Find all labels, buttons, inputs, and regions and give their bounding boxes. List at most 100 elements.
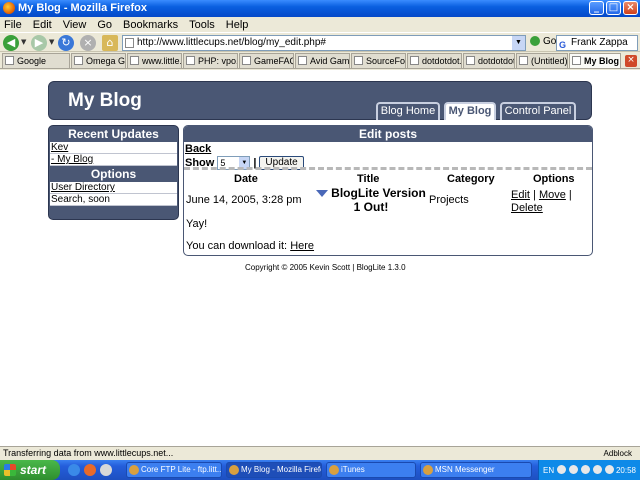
tab-bar: Google Omega G... www.little... PHP: vpo… xyxy=(0,52,640,69)
back-arrow-icon[interactable]: ◀ xyxy=(3,35,19,51)
task-label: iTunes xyxy=(341,465,365,474)
task-core-ftp[interactable]: Core FTP Lite - ftp.litt... xyxy=(126,462,222,478)
recent-item-kev[interactable]: Kev xyxy=(51,142,68,153)
tab-favicon-icon xyxy=(298,56,307,65)
quicklaunch-firefox-icon[interactable] xyxy=(84,464,96,476)
tray-app-icon[interactable] xyxy=(581,465,590,474)
tab-favicon-icon xyxy=(5,56,14,65)
forward-history-dropdown-icon[interactable]: ▼ xyxy=(49,38,54,46)
sidebar: Recent Updates Kev - My Blog Options Use… xyxy=(48,125,179,220)
minimize-button[interactable]: _ xyxy=(589,1,604,15)
google-search-icon: G xyxy=(559,40,567,50)
tab-untitled[interactable]: (Untitled) xyxy=(516,53,568,68)
column-category: Category xyxy=(447,173,495,185)
stop-icon[interactable]: × xyxy=(80,35,96,51)
itunes-icon xyxy=(329,465,339,475)
ftp-icon xyxy=(129,465,139,475)
task-label: My Blog - Mozilla Firefox xyxy=(241,465,322,474)
back-history-dropdown-icon[interactable]: ▼ xyxy=(21,38,26,46)
task-label: Core FTP Lite - ftp.litt... xyxy=(141,465,222,474)
adblock-button[interactable]: Adblock xyxy=(604,447,632,460)
tab-favicon-icon xyxy=(242,56,251,65)
taskbar: start Core FTP Lite - ftp.litt... My Blo… xyxy=(0,460,640,480)
user-directory-link[interactable]: User Directory xyxy=(51,182,115,193)
dashed-divider xyxy=(184,167,592,170)
url-bar[interactable]: http://www.littlecups.net/blog/my_edit.p… xyxy=(122,35,526,51)
url-dropdown-icon[interactable]: ▼ xyxy=(512,36,525,50)
tab-google[interactable]: Google xyxy=(2,53,70,68)
delete-link[interactable]: Delete xyxy=(511,202,543,214)
tab-favicon-icon xyxy=(74,56,83,65)
tray-app-icon[interactable] xyxy=(569,465,578,474)
start-label: start xyxy=(20,463,47,477)
maximize-button[interactable]: □ xyxy=(606,1,621,15)
tab-gamefaqs[interactable]: GameFAQ... xyxy=(239,53,294,68)
tab-label: Omega G... xyxy=(86,56,126,66)
search-soon-text: Search, soon xyxy=(51,194,110,205)
tab-label: Google xyxy=(17,56,47,66)
clock: 20:58 xyxy=(615,466,636,475)
triangle-down-icon[interactable] xyxy=(316,190,329,198)
nav-my-blog[interactable]: My Blog xyxy=(444,102,496,120)
task-firefox[interactable]: My Blog - Mozilla Firefox xyxy=(226,462,322,478)
edit-posts-heading: Edit posts xyxy=(184,126,592,142)
reload-icon[interactable]: ↻ xyxy=(58,35,74,51)
tab-dotdotdot-2[interactable]: dotdotdot... xyxy=(463,53,515,68)
tray-app-icon[interactable] xyxy=(557,465,566,474)
search-input[interactable]: G Frank Zappa xyxy=(556,35,638,51)
tab-php[interactable]: PHP: vpo... xyxy=(183,53,238,68)
language-indicator[interactable]: EN xyxy=(543,466,554,475)
start-button[interactable]: start xyxy=(0,460,60,480)
menu-help[interactable]: Help xyxy=(226,19,249,31)
forward-arrow-icon[interactable]: ▶ xyxy=(31,35,47,51)
tab-sourceforge[interactable]: SourceFo... xyxy=(351,53,406,68)
tab-littlecups[interactable]: www.little... xyxy=(127,53,182,68)
tray-app-icon[interactable] xyxy=(605,465,614,474)
tab-dotdotdot-1[interactable]: dotdotdot... xyxy=(407,53,462,68)
column-date: Date xyxy=(234,173,258,185)
go-button[interactable]: Go xyxy=(530,36,556,47)
recent-item-my-blog[interactable]: - My Blog xyxy=(51,154,93,165)
tab-avid-gamers[interactable]: Avid Gam... xyxy=(295,53,350,68)
go-label: Go xyxy=(543,36,557,47)
download-here-link[interactable]: Here xyxy=(290,240,314,252)
recent-updates-heading: Recent Updates xyxy=(68,127,159,141)
site-header: My Blog Blog Home My Blog Control Panel xyxy=(48,81,592,120)
site-title: My Blog xyxy=(68,90,142,111)
back-link[interactable]: Back xyxy=(185,143,211,155)
menu-view[interactable]: View xyxy=(63,19,87,31)
close-tab-icon[interactable]: × xyxy=(625,55,637,67)
close-button[interactable]: × xyxy=(623,1,638,15)
nav-control-panel[interactable]: Control Panel xyxy=(500,102,576,120)
post-download: You can download it: Here xyxy=(186,240,314,252)
tab-favicon-icon xyxy=(466,56,475,65)
task-msn[interactable]: MSN Messenger xyxy=(420,462,532,478)
menu-bookmarks[interactable]: Bookmarks xyxy=(123,19,178,31)
tab-my-blog[interactable]: My Blog xyxy=(569,53,621,68)
status-bar: Transferring data from www.littlecups.ne… xyxy=(0,446,640,460)
tab-label: GameFAQ... xyxy=(254,56,293,66)
tray-app-icon[interactable] xyxy=(593,465,602,474)
menu-file[interactable]: File xyxy=(4,19,22,31)
home-icon[interactable]: ⌂ xyxy=(102,35,118,51)
tab-label: (Untitled) xyxy=(531,56,568,66)
tab-label: PHP: vpo... xyxy=(198,56,237,66)
edit-link[interactable]: Edit xyxy=(511,189,530,201)
task-itunes[interactable]: iTunes xyxy=(326,462,416,478)
menu-tools[interactable]: Tools xyxy=(189,19,215,31)
tab-favicon-icon xyxy=(410,56,419,65)
move-link[interactable]: Move xyxy=(539,189,566,201)
msn-icon xyxy=(423,465,433,475)
post-title-cell: BlogLite Version 1 Out! xyxy=(312,186,430,214)
quicklaunch-ie-icon[interactable] xyxy=(68,464,80,476)
menu-edit[interactable]: Edit xyxy=(33,19,52,31)
tab-omega[interactable]: Omega G... xyxy=(71,53,126,68)
tab-label: My Blog xyxy=(584,56,619,66)
post-date: June 14, 2005, 3:28 pm xyxy=(186,194,302,206)
window-titlebar[interactable]: My Blog - Mozilla Firefox _ □ × xyxy=(0,0,640,17)
nav-blog-home[interactable]: Blog Home xyxy=(376,102,440,120)
quicklaunch-explorer-icon[interactable] xyxy=(100,464,112,476)
window-controls: _ □ × xyxy=(589,1,638,15)
tab-favicon-icon xyxy=(354,56,363,65)
menu-go[interactable]: Go xyxy=(97,19,112,31)
